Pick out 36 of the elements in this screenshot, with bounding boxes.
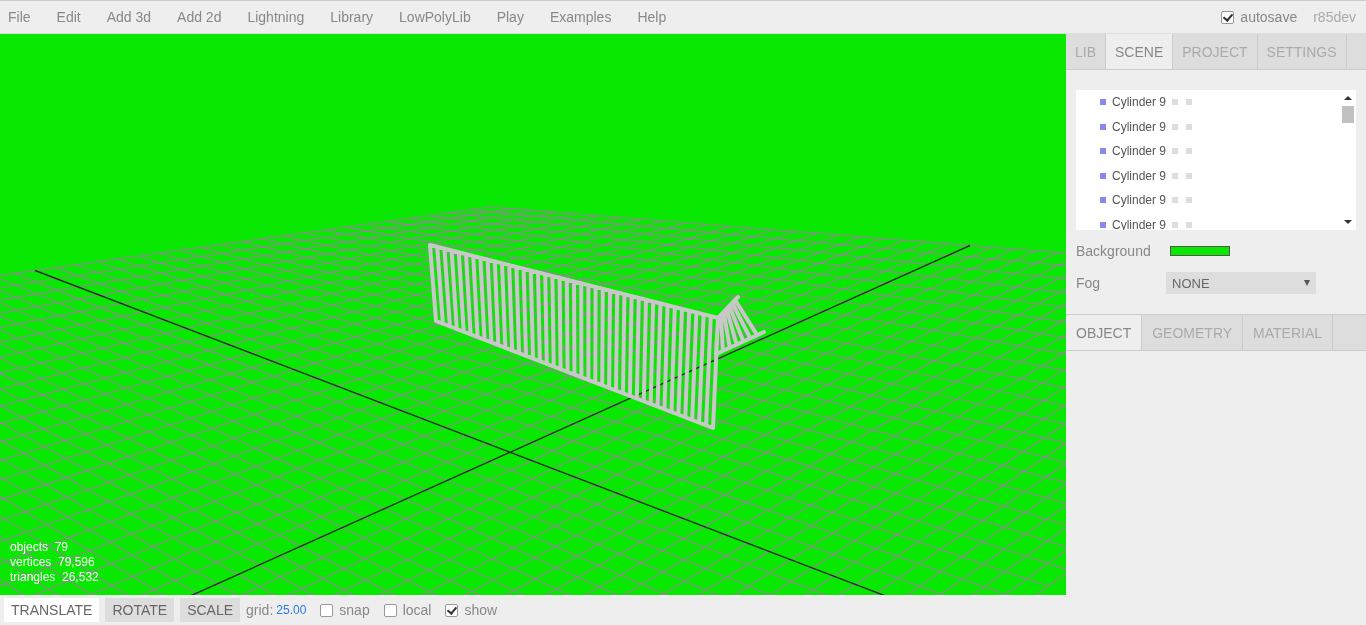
background-color-swatch[interactable] (1170, 246, 1230, 256)
viewport[interactable]: objects 79 vertices 79,596 triangles 26,532 (0, 34, 1066, 595)
stat-line: triangles 26,532 (10, 570, 99, 585)
menu-item[interactable]: Edit (56, 9, 81, 25)
transform-mode-button[interactable]: SCALE (180, 598, 241, 622)
menu-item[interactable]: Add 2d (177, 9, 222, 25)
option-checkbox[interactable]: snap (320, 602, 370, 618)
version-label: r85dev (1313, 9, 1356, 25)
menu-item[interactable]: Lightning (247, 9, 305, 25)
stat-line: vertices 79,596 (10, 555, 96, 570)
outliner-item[interactable]: Cylinder 9 (1112, 168, 1167, 183)
transform-mode-button[interactable]: TRANSLATE (4, 598, 100, 622)
grid-label: grid: (246, 602, 274, 618)
menu-item[interactable]: File (8, 9, 31, 25)
menu-item[interactable]: Add 3d (106, 9, 152, 25)
caret-icon (1304, 280, 1310, 286)
menu-item[interactable]: Play (496, 9, 524, 25)
fog-dropdown[interactable]: NONE (1166, 272, 1316, 294)
option-checkbox[interactable]: local (383, 602, 432, 618)
option-checkbox[interactable]: show (445, 602, 498, 618)
grid-size-field[interactable]: 25.00 (276, 603, 307, 617)
properties-tab[interactable]: OBJECT (1066, 315, 1143, 350)
menu-item[interactable]: Library (330, 9, 374, 25)
menu-item[interactable]: Help (637, 9, 667, 25)
fog-label: Fog (1076, 275, 1102, 291)
menu-item[interactable]: Examples (549, 9, 612, 25)
background-label: Background (1076, 243, 1152, 259)
autosave-checkbox[interactable]: autosave (1221, 9, 1298, 25)
outliner-item[interactable]: Cylinder 9 (1112, 144, 1167, 159)
stat-line: objects 79 (10, 540, 70, 555)
outliner-item[interactable]: Cylinder 9 (1112, 95, 1167, 110)
sidebar-tab[interactable]: SCENE (1106, 34, 1174, 69)
outliner-item[interactable]: Cylinder 9 (1112, 119, 1167, 134)
outliner-item[interactable]: Cylinder 9 (1112, 193, 1167, 208)
menu-item[interactable]: LowPolyLib (399, 9, 471, 25)
transform-mode-button[interactable]: ROTATE (105, 598, 175, 622)
